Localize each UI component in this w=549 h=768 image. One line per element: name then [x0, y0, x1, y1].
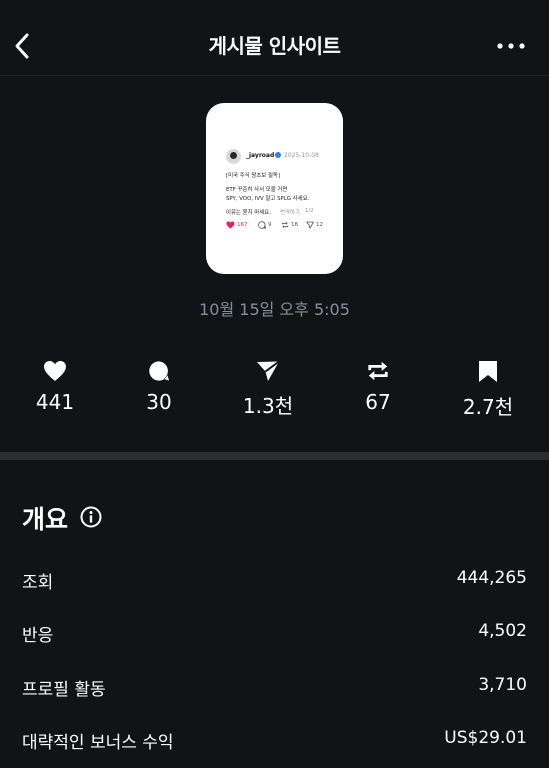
post-date: 2025-10-08	[284, 152, 319, 159]
row-value: 3,710	[478, 675, 527, 695]
heart-icon	[44, 361, 66, 381]
post-like-count: 167	[237, 222, 248, 228]
repost-icon	[281, 222, 289, 228]
page-title: 게시물 인사이트	[208, 34, 341, 58]
published-timestamp: 10월 15일 오후 5:05	[199, 300, 350, 319]
top-bar: 게시물 인사이트	[0, 0, 549, 76]
row-value: 444,265	[456, 568, 527, 588]
comment-icon	[149, 361, 170, 381]
row-label: 프로필 활동	[22, 680, 106, 700]
overview-row-bonus-earnings: 대략적인 보너스 수익 US$29.01	[22, 728, 527, 758]
post-text-line: 이유는 묻지 마세요.	[226, 210, 271, 216]
stat-likes-value: 441	[35, 390, 75, 414]
post-text-line: [미국 주식 왕초보 필독]	[226, 173, 280, 179]
heart-icon	[226, 221, 235, 229]
row-value: US$29.01	[444, 728, 527, 748]
row-label: 조회	[22, 573, 54, 593]
row-label: 반응	[22, 626, 54, 646]
post-text-line: SPY, VOO, IVV 말고 SPLG 사세요.	[226, 196, 310, 202]
info-icon	[80, 506, 102, 528]
stat-comments[interactable]: 30	[119, 360, 199, 414]
row-label: 대략적인 보너스 수익	[22, 733, 174, 753]
more-horizontal-icon	[497, 43, 525, 49]
verified-badge-icon	[275, 152, 281, 158]
post-text-line: ETF 꾸준히 사서 모을 거면	[226, 187, 288, 193]
post-thumbnail[interactable]: _jayroad 2025-10-08 [미국 주식 왕초보 필독] ETF 꾸…	[206, 103, 343, 274]
stat-shares[interactable]: 1.3천	[228, 360, 308, 419]
avatar	[226, 149, 241, 164]
stat-saves[interactable]: 2.7천	[448, 360, 528, 420]
more-options-button[interactable]	[495, 36, 527, 56]
stat-reposts[interactable]: 67	[338, 360, 418, 414]
overview-row-views: 조회 444,265	[22, 568, 527, 598]
repost-icon	[368, 361, 388, 381]
stat-comments-value: 30	[146, 390, 172, 414]
stat-likes[interactable]: 441	[15, 360, 95, 414]
bookmark-icon	[479, 361, 497, 382]
row-value: 4,502	[478, 621, 527, 641]
stat-saves-value: 2.7천	[462, 395, 514, 419]
overview-row-engagement: 반응 4,502	[22, 621, 527, 651]
post-reply-count: 9	[268, 222, 272, 228]
post-username: _jayroad	[246, 152, 275, 159]
translate-link: 번역하기	[280, 210, 300, 216]
overview-row-profile-activity: 프로필 활동 3,710	[22, 675, 527, 705]
share-icon	[306, 221, 314, 229]
stat-reposts-value: 67	[365, 390, 391, 414]
share-icon	[257, 360, 280, 381]
post-repost-count: 18	[291, 222, 298, 228]
info-button[interactable]	[80, 506, 102, 528]
comment-icon	[258, 221, 266, 229]
section-divider	[0, 452, 549, 460]
page-indicator: 1/2	[305, 208, 314, 214]
post-share-count: 12	[316, 222, 323, 228]
stat-shares-value: 1.3천	[242, 394, 294, 418]
overview-title: 개요	[22, 505, 69, 534]
